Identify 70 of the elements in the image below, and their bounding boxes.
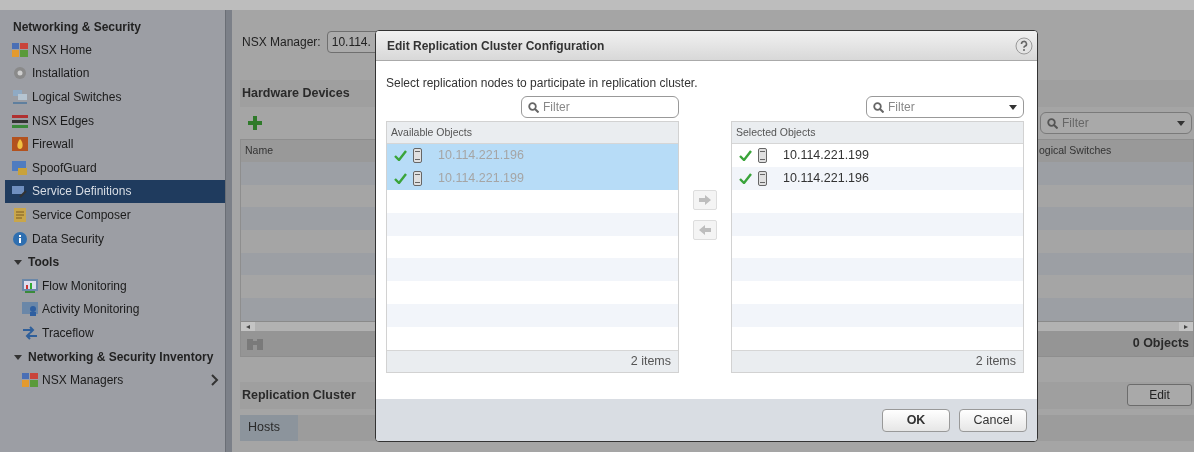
server-icon (413, 170, 422, 186)
caret-down-icon (1177, 120, 1185, 126)
move-left-button[interactable] (693, 220, 717, 240)
sidebar-item[interactable]: Data Security (5, 226, 225, 251)
edit-button[interactable]: Edit (1127, 384, 1192, 407)
cancel-button[interactable]: Cancel (959, 408, 1027, 432)
sidebar-group[interactable]: Tools (5, 250, 225, 274)
column-header: Available Objects (387, 122, 678, 144)
sidebar-item[interactable]: Service Composer (5, 203, 225, 227)
caret-down-icon (14, 258, 22, 267)
list-row[interactable]: 10.114.221.196 (732, 166, 1023, 190)
user-monitor-icon (22, 301, 38, 318)
sidebar-item[interactable]: Firewall (5, 132, 225, 156)
sidebar-item[interactable]: Traceflow (5, 321, 225, 345)
sidebar-item[interactable]: Installation (5, 61, 225, 86)
edge-router-icon (12, 112, 28, 129)
checkmark-icon (739, 172, 752, 184)
sidebar-item[interactable]: Service Definitions (5, 179, 225, 204)
object-count: 0 Objects (1132, 334, 1189, 352)
column-header: Selected Objects (732, 122, 1023, 144)
sidebar-item[interactable]: Activity Monitoring (5, 297, 225, 322)
help-icon (1015, 36, 1033, 55)
field-label: NSX Manager: (242, 34, 321, 51)
flame-icon (12, 136, 28, 153)
wrench-icon (12, 183, 28, 200)
caret-down-icon (14, 352, 22, 361)
sidebar-item[interactable]: NSX Managers (5, 368, 225, 392)
scroll-right-icon (1179, 321, 1193, 332)
binoculars-icon (247, 336, 263, 350)
filter-field[interactable]: Filter (866, 96, 1024, 118)
sidebar-item[interactable]: Flow Monitoring (5, 273, 225, 298)
lock-icon (12, 159, 28, 176)
checkmark-icon (394, 149, 407, 161)
section-header: Replication Cluster (242, 386, 356, 404)
grid-icon (22, 372, 38, 389)
item-count: 2 items (732, 350, 1023, 372)
scroll-icon (12, 206, 28, 223)
info-icon (12, 230, 28, 247)
trace-arrows-icon (22, 324, 38, 341)
sidebar-group[interactable]: Networking & Security Inventory (5, 344, 225, 369)
scroll-left-icon (241, 321, 255, 332)
sidebar-item[interactable]: SpoofGuard (5, 155, 225, 180)
gear-icon (12, 65, 28, 82)
tab[interactable]: Hosts (240, 414, 298, 441)
column-header[interactable]: ogical Switches (1039, 143, 1193, 159)
grid-icon (12, 41, 28, 58)
search-icon (1047, 117, 1058, 129)
sidebar-item[interactable]: Logical Switches (5, 85, 225, 109)
move-right-button[interactable] (693, 190, 717, 210)
network-icon (12, 89, 28, 105)
server-icon (413, 147, 422, 163)
sidebar-title: Networking & Security (12, 19, 143, 36)
sidebar-item[interactable]: NSX Edges (5, 108, 225, 133)
list-row[interactable]: 10.114.221.199 (732, 144, 1023, 167)
arrow-left-icon (699, 225, 711, 235)
server-icon (758, 170, 767, 186)
checkmark-icon (739, 149, 752, 161)
filter-field[interactable]: Filter (521, 96, 679, 118)
pane-splitter[interactable] (225, 10, 232, 452)
item-count: 2 items (387, 350, 678, 372)
search-icon (528, 101, 539, 113)
sidebar-item[interactable]: NSX Home (5, 38, 225, 62)
chart-monitor-icon (22, 277, 38, 294)
checkmark-icon (394, 172, 407, 184)
caret-down-icon (1009, 104, 1017, 110)
ok-button[interactable]: OK (882, 408, 950, 432)
arrow-right-icon (699, 195, 711, 205)
server-icon (758, 147, 767, 163)
plus-icon (248, 116, 262, 130)
search-icon (873, 101, 884, 113)
